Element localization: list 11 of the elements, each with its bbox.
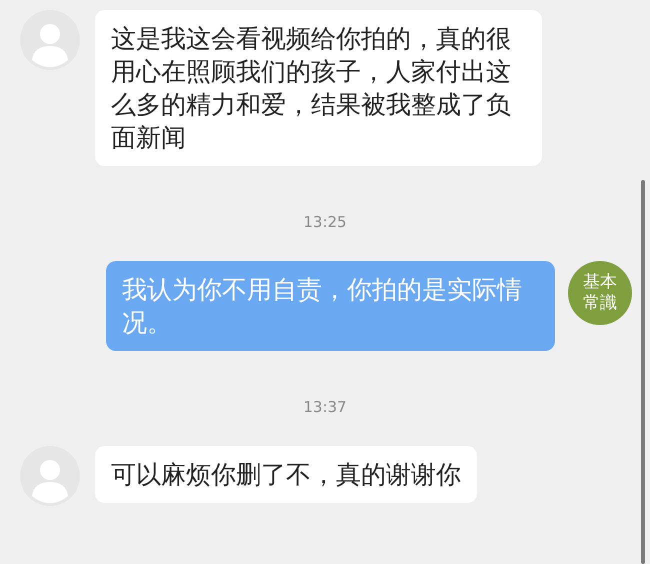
timestamp: 13:25 [303, 213, 347, 231]
message-bubble: 可以麻烦你删了不，真的谢谢你 [95, 446, 477, 503]
avatar-icon[interactable] [20, 10, 80, 70]
avatar-label: 常識 [583, 293, 617, 314]
message-bubble: 我认为你不用自责，你拍的是实际情况。 [106, 261, 555, 351]
avatar[interactable]: 基本 常識 [568, 261, 632, 325]
scrollbar[interactable] [641, 180, 645, 564]
timestamp: 13:37 [303, 398, 347, 416]
avatar-label: 基本 [583, 272, 617, 293]
message-bubble: 这是我这会看视频给你拍的，真的很用心在照顾我们的孩子，人家付出这么多的精力和爱，结果被我整成了负面新闻 [95, 10, 542, 166]
avatar-icon[interactable] [20, 446, 80, 506]
